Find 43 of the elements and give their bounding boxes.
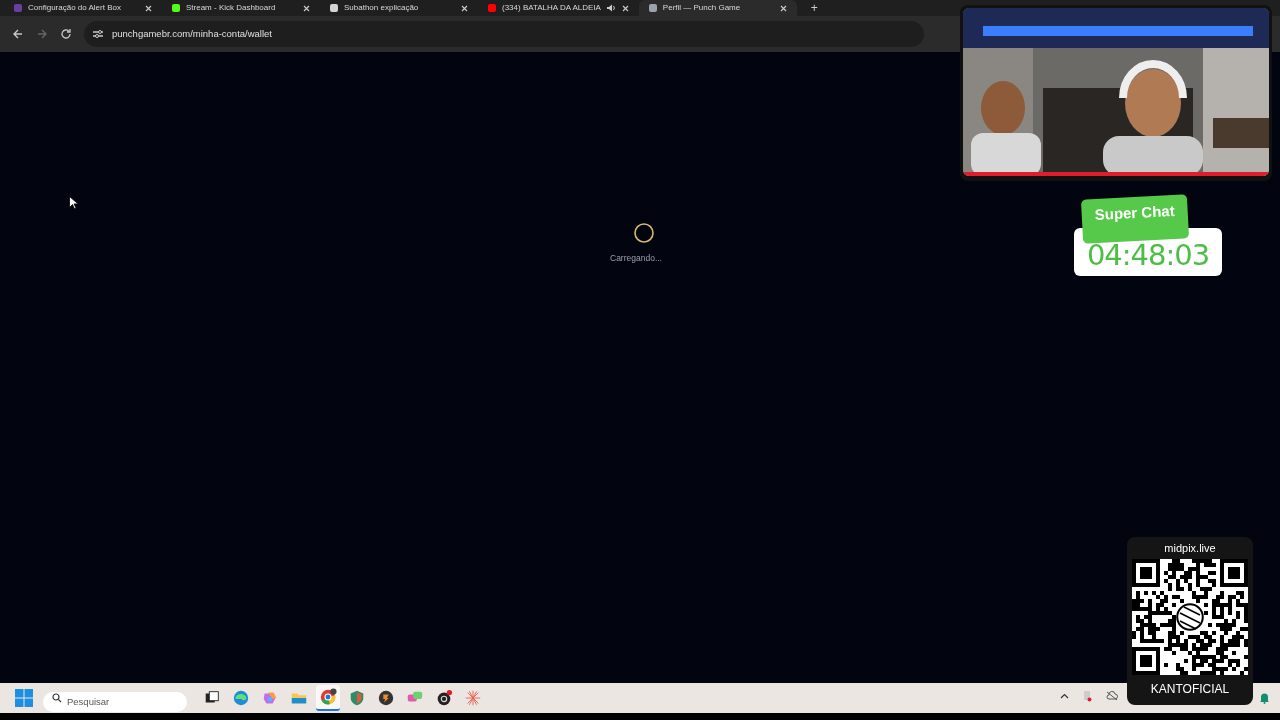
bell-icon[interactable] bbox=[1259, 692, 1270, 704]
tab-favicon-icon bbox=[488, 4, 496, 12]
tab-favicon-icon bbox=[648, 4, 657, 12]
close-icon[interactable] bbox=[779, 4, 787, 12]
starburst-icon bbox=[464, 689, 482, 707]
tab-favicon-icon bbox=[172, 4, 180, 12]
browser-tab[interactable]: Stream - Kick Dashboard bbox=[162, 0, 320, 16]
forward-icon[interactable] bbox=[36, 28, 48, 40]
search-icon bbox=[52, 693, 62, 703]
record-circle-icon bbox=[435, 689, 453, 707]
close-icon[interactable] bbox=[303, 4, 310, 12]
loading-text: Carregando... bbox=[610, 252, 662, 265]
close-icon[interactable] bbox=[461, 4, 468, 12]
browser-tab[interactable]: Configuração do Alert Box bbox=[4, 0, 162, 16]
tray-app-icon[interactable] bbox=[1083, 690, 1092, 702]
speaker-icon[interactable] bbox=[606, 4, 616, 12]
cloud-off-icon[interactable] bbox=[1106, 691, 1118, 701]
search-field[interactable]: Pesquisar bbox=[43, 691, 187, 712]
chrome-icon bbox=[319, 688, 337, 706]
qr-code-icon bbox=[1132, 559, 1248, 675]
edge-browser-icon bbox=[232, 689, 250, 707]
browser-tab[interactable]: Perfil — Punch Game bbox=[638, 0, 797, 16]
shield-icon bbox=[348, 689, 366, 707]
browser-tab[interactable]: Subathon explicação bbox=[320, 0, 478, 16]
site-settings-icon[interactable] bbox=[92, 28, 104, 40]
loading-spinner-icon bbox=[633, 222, 655, 244]
address-bar[interactable]: punchgamebr.com/minha-conta/wallet bbox=[84, 21, 924, 47]
mouse-cursor-icon bbox=[69, 196, 78, 210]
back-icon[interactable] bbox=[12, 28, 24, 40]
close-icon[interactable] bbox=[145, 4, 152, 12]
reload-icon[interactable] bbox=[60, 28, 72, 40]
tab-favicon-icon bbox=[330, 4, 338, 12]
start-icon[interactable] bbox=[14, 688, 34, 708]
close-icon[interactable] bbox=[621, 4, 629, 12]
chevron-up-icon[interactable] bbox=[1060, 693, 1069, 699]
round-logo-icon bbox=[377, 689, 395, 707]
tab-favicon-icon bbox=[14, 4, 22, 12]
taskbar-app-button[interactable] bbox=[316, 685, 340, 711]
browser-tab[interactable]: (334) BATALHA DA ALDEIA bbox=[478, 0, 639, 16]
url-text: punchgamebr.com/minha-conta/wallet bbox=[112, 26, 272, 41]
qr-title: midpix.live bbox=[1164, 541, 1216, 555]
new-tab-button[interactable]: + bbox=[810, 1, 818, 15]
qr-caption: KANTOFICIAL bbox=[1150, 682, 1230, 696]
